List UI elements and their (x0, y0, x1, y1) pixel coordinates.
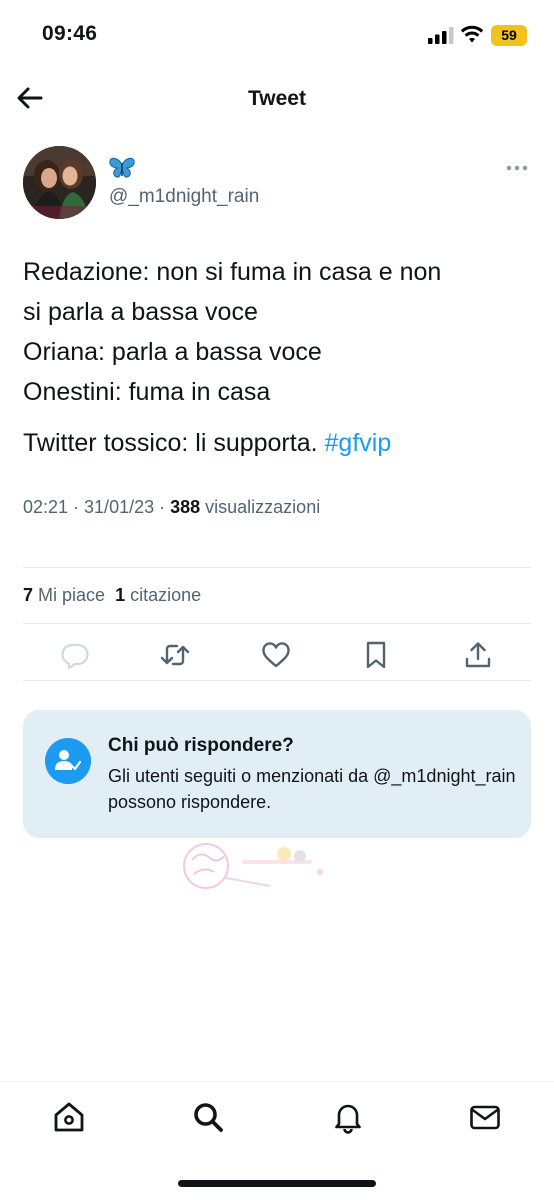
bookmark-icon[interactable] (360, 639, 392, 671)
hashtag-link[interactable]: #gfvip (325, 429, 392, 457)
engagement-stats: 7 Mi piace 1 citazione (23, 585, 201, 606)
views-label: visualizzazioni (200, 497, 321, 517)
avatar[interactable] (23, 146, 96, 219)
navigation-header: Tweet (0, 70, 554, 130)
quotes-label: citazione (125, 585, 202, 605)
tweet-timestamp: 02:21 · 31/01/23 · (23, 497, 171, 517)
tweet-line: si parla a bassa voce (23, 298, 258, 326)
status-bar: 09:46 59 (0, 0, 554, 70)
divider (23, 567, 531, 568)
tweet-final-text: Twitter tossico: li supporta. (23, 429, 318, 457)
page-title: Tweet (248, 87, 306, 110)
notifications-icon[interactable] (331, 1100, 365, 1134)
mention-user-icon (45, 738, 91, 784)
reply-restriction-description: Gli utenti seguiti o menzionati da @_m1d… (108, 766, 516, 812)
home-icon[interactable] (52, 1100, 86, 1134)
reply-restriction-card: Chi può rispondere? Gli utenti seguiti o… (23, 710, 531, 838)
author-handle[interactable]: @_m1dnight_rain (109, 186, 259, 208)
tweet-line: Onestini: fuma in casa (23, 378, 271, 406)
tweet-actions (23, 632, 531, 678)
retweet-icon[interactable] (159, 639, 191, 671)
share-icon[interactable] (462, 639, 494, 671)
tweet-line-final: Twitter tossico: li supporta. #gfvip (23, 423, 533, 463)
views-count: 388 (170, 497, 201, 517)
quotes-stat[interactable]: 1 citazione (115, 585, 201, 605)
reply-restriction-title: Chi può rispondere? (108, 735, 294, 756)
reply-icon[interactable] (59, 639, 91, 671)
likes-count: 7 (23, 585, 34, 605)
status-time: 09:46 (42, 22, 98, 45)
tweet-author: @_m1dnight_rain (23, 146, 533, 222)
cellular-signal-icon (428, 27, 454, 44)
search-icon[interactable] (191, 1100, 225, 1134)
tweet-text: Redazione: non si fuma in casa e non si … (23, 252, 533, 463)
divider (23, 680, 531, 681)
tweet-line: Redazione: non si fuma in casa e non (23, 258, 442, 286)
watermark-logo (183, 843, 323, 889)
tweet-metadata: 02:21 · 31/01/23 · 388 visualizzazioni (23, 497, 320, 518)
tweet-line: Oriana: parla a bassa voce (23, 338, 322, 366)
likes-label: Mi piace (33, 585, 106, 605)
quotes-count: 1 (115, 585, 126, 605)
likes-stat[interactable]: 7 Mi piace (23, 585, 105, 605)
like-icon[interactable] (260, 639, 292, 671)
home-indicator (178, 1180, 376, 1187)
more-options-icon[interactable] (506, 164, 528, 172)
wifi-icon (460, 25, 484, 43)
battery-indicator: 59 (491, 25, 527, 46)
butterfly-emoji-icon (109, 157, 135, 178)
divider (23, 623, 531, 624)
messages-icon[interactable] (468, 1100, 502, 1134)
